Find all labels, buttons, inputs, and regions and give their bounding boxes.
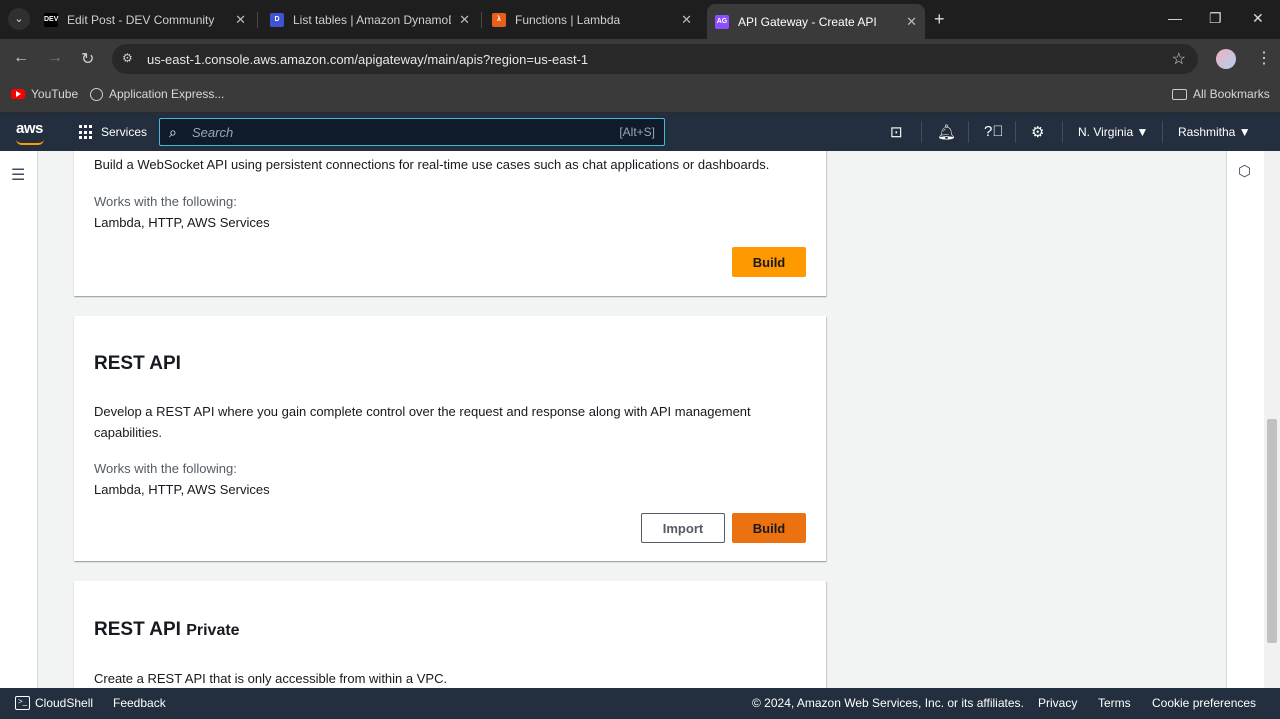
- scrollbar-thumb[interactable]: [1267, 419, 1277, 643]
- nav-divider: [1162, 121, 1163, 143]
- tab-divider: [257, 12, 258, 28]
- websocket-description: Build a WebSocket API using persistent c…: [94, 157, 770, 172]
- works-with-label: Works with the following:: [94, 461, 237, 476]
- rest-api-description: Develop a REST API where you gain comple…: [94, 404, 751, 440]
- profile-avatar[interactable]: [1216, 49, 1236, 69]
- dynamodb-favicon-icon: D: [270, 12, 284, 27]
- websocket-build-button[interactable]: Build: [732, 247, 806, 277]
- hexagon-info-icon[interactable]: ⬡: [1238, 162, 1251, 180]
- tab-search-icon[interactable]: ⌄: [8, 8, 30, 30]
- back-icon[interactable]: ←: [13, 49, 29, 67]
- api-gateway-favicon-icon: AG: [715, 14, 729, 29]
- feedback-link[interactable]: Feedback: [113, 696, 166, 710]
- right-utility-rail: ⬡: [1226, 151, 1264, 688]
- bookmark-star-icon[interactable]: ☆: [1172, 49, 1186, 69]
- search-icon: ⌕: [169, 124, 177, 140]
- address-bar[interactable]: ⚙ us-east-1.console.aws.amazon.com/apiga…: [112, 44, 1198, 74]
- cookie-preferences-link[interactable]: Cookie preferences: [1152, 696, 1256, 710]
- forward-icon[interactable]: →: [47, 49, 63, 67]
- user-name: Rashmitha: [1178, 125, 1236, 139]
- aws-search-box[interactable]: ⌕ [Alt+S]: [159, 118, 665, 146]
- url-text[interactable]: us-east-1.console.aws.amazon.com/apigate…: [147, 52, 588, 67]
- search-input[interactable]: [192, 123, 592, 141]
- region-label: N. Virginia: [1078, 125, 1134, 139]
- close-tab-icon[interactable]: ✕: [906, 14, 917, 30]
- tab-divider: [481, 12, 482, 28]
- tab-dynamodb[interactable]: D List tables | Amazon DynamoDB ✕: [262, 6, 478, 33]
- browser-toolbar: ← → ↻ ⚙ us-east-1.console.aws.amazon.com…: [0, 39, 1280, 80]
- bookmark-youtube[interactable]: YouTube: [11, 87, 78, 101]
- page-scrollbar[interactable]: [1264, 151, 1280, 688]
- youtube-icon: [11, 89, 25, 99]
- new-tab-icon[interactable]: +: [934, 9, 945, 30]
- reload-icon[interactable]: ↻: [81, 49, 94, 69]
- console-footer: >_ CloudShell Feedback © 2024, Amazon We…: [0, 688, 1280, 719]
- tab-api-gateway[interactable]: AG API Gateway - Create API ✕: [707, 4, 925, 39]
- works-with-label: Works with the following:: [94, 194, 237, 209]
- websocket-api-card: Build a WebSocket API using persistent c…: [74, 151, 826, 296]
- close-tab-icon[interactable]: ✕: [681, 12, 692, 28]
- tab-label: List tables | Amazon DynamoDB: [293, 12, 452, 27]
- hamburger-menu-icon[interactable]: ☰: [11, 165, 25, 185]
- private-suffix: Private: [186, 622, 240, 639]
- rest-build-button[interactable]: Build: [732, 513, 806, 543]
- close-tab-icon[interactable]: ✕: [459, 12, 470, 28]
- folder-icon: [1172, 88, 1187, 100]
- rest-api-title: REST API: [94, 353, 181, 374]
- rest-api-private-title-main: REST API: [94, 619, 181, 640]
- cloudshell-icon[interactable]: ⊡: [890, 123, 903, 141]
- works-with-services: Lambda, HTTP, AWS Services: [94, 215, 270, 230]
- cloudshell-link[interactable]: CloudShell: [35, 696, 93, 710]
- main-content: Build a WebSocket API using persistent c…: [38, 151, 1226, 688]
- search-shortcut-hint: [Alt+S]: [619, 125, 655, 139]
- all-bookmarks-label: All Bookmarks: [1193, 87, 1270, 101]
- terms-link[interactable]: Terms: [1098, 696, 1131, 710]
- tab-label: Functions | Lambda: [515, 12, 621, 27]
- nav-divider: [921, 121, 922, 143]
- restore-icon[interactable]: ❐: [1209, 10, 1222, 27]
- browser-tabstrip: ⌄ DEV Edit Post - DEV Community ✕ D List…: [0, 0, 1280, 39]
- tab-label: Edit Post - DEV Community: [67, 12, 215, 27]
- aws-logo-smile: [16, 139, 44, 145]
- tab-dev-community[interactable]: DEV Edit Post - DEV Community ✕: [36, 6, 254, 33]
- rest-api-private-description: Create a REST API that is only accessibl…: [94, 671, 448, 686]
- works-with-services: Lambda, HTTP, AWS Services: [94, 482, 270, 497]
- tab-lambda[interactable]: λ Functions | Lambda ✕: [484, 6, 700, 33]
- help-icon[interactable]: ?⃝: [984, 123, 1004, 140]
- rest-api-private-card: REST API Private Create a REST API that …: [74, 581, 826, 688]
- rest-api-card: REST API Develop a REST API where you ga…: [74, 316, 826, 561]
- close-tab-icon[interactable]: ✕: [235, 12, 246, 28]
- lambda-favicon-icon: λ: [492, 12, 506, 27]
- minimize-icon[interactable]: —: [1168, 10, 1182, 26]
- dev-favicon-icon: DEV: [44, 12, 58, 27]
- nav-divider: [1062, 121, 1063, 143]
- globe-icon: [90, 87, 103, 101]
- account-menu[interactable]: Rashmitha ▼: [1178, 125, 1251, 139]
- bookmarks-bar: YouTube Application Express... All Bookm…: [0, 80, 1280, 113]
- aws-top-nav: aws Services ⌕ [Alt+S] ⊡ 🔔︎ ?⃝ ⚙ N. Virg…: [0, 113, 1280, 151]
- all-bookmarks[interactable]: All Bookmarks: [1172, 87, 1270, 101]
- nav-divider: [1015, 121, 1016, 143]
- left-navigation-rail: ☰: [0, 151, 38, 688]
- aws-logo[interactable]: aws: [16, 120, 43, 137]
- services-grid-icon[interactable]: [79, 125, 94, 140]
- tab-label: API Gateway - Create API: [738, 14, 877, 29]
- bookmark-application-express[interactable]: Application Express...: [90, 87, 224, 101]
- browser-menu-icon[interactable]: ⋮: [1256, 48, 1272, 68]
- copyright-text: © 2024, Amazon Web Services, Inc. or its…: [752, 696, 1024, 710]
- notifications-bell-icon[interactable]: 🔔︎: [937, 123, 956, 141]
- cloudshell-footer-icon[interactable]: >_: [15, 696, 30, 710]
- region-selector[interactable]: N. Virginia ▼: [1078, 125, 1148, 139]
- bookmark-label: YouTube: [31, 87, 79, 101]
- rest-api-private-title: REST API Private: [94, 619, 240, 641]
- settings-gear-icon[interactable]: ⚙: [1031, 123, 1044, 141]
- site-info-icon[interactable]: ⚙: [122, 51, 133, 65]
- nav-divider: [968, 121, 969, 143]
- services-menu[interactable]: Services: [101, 125, 147, 139]
- window-close-icon[interactable]: ✕: [1252, 10, 1264, 27]
- rest-import-button[interactable]: Import: [641, 513, 725, 543]
- privacy-link[interactable]: Privacy: [1038, 696, 1077, 710]
- bookmark-label: Application Express...: [109, 87, 225, 101]
